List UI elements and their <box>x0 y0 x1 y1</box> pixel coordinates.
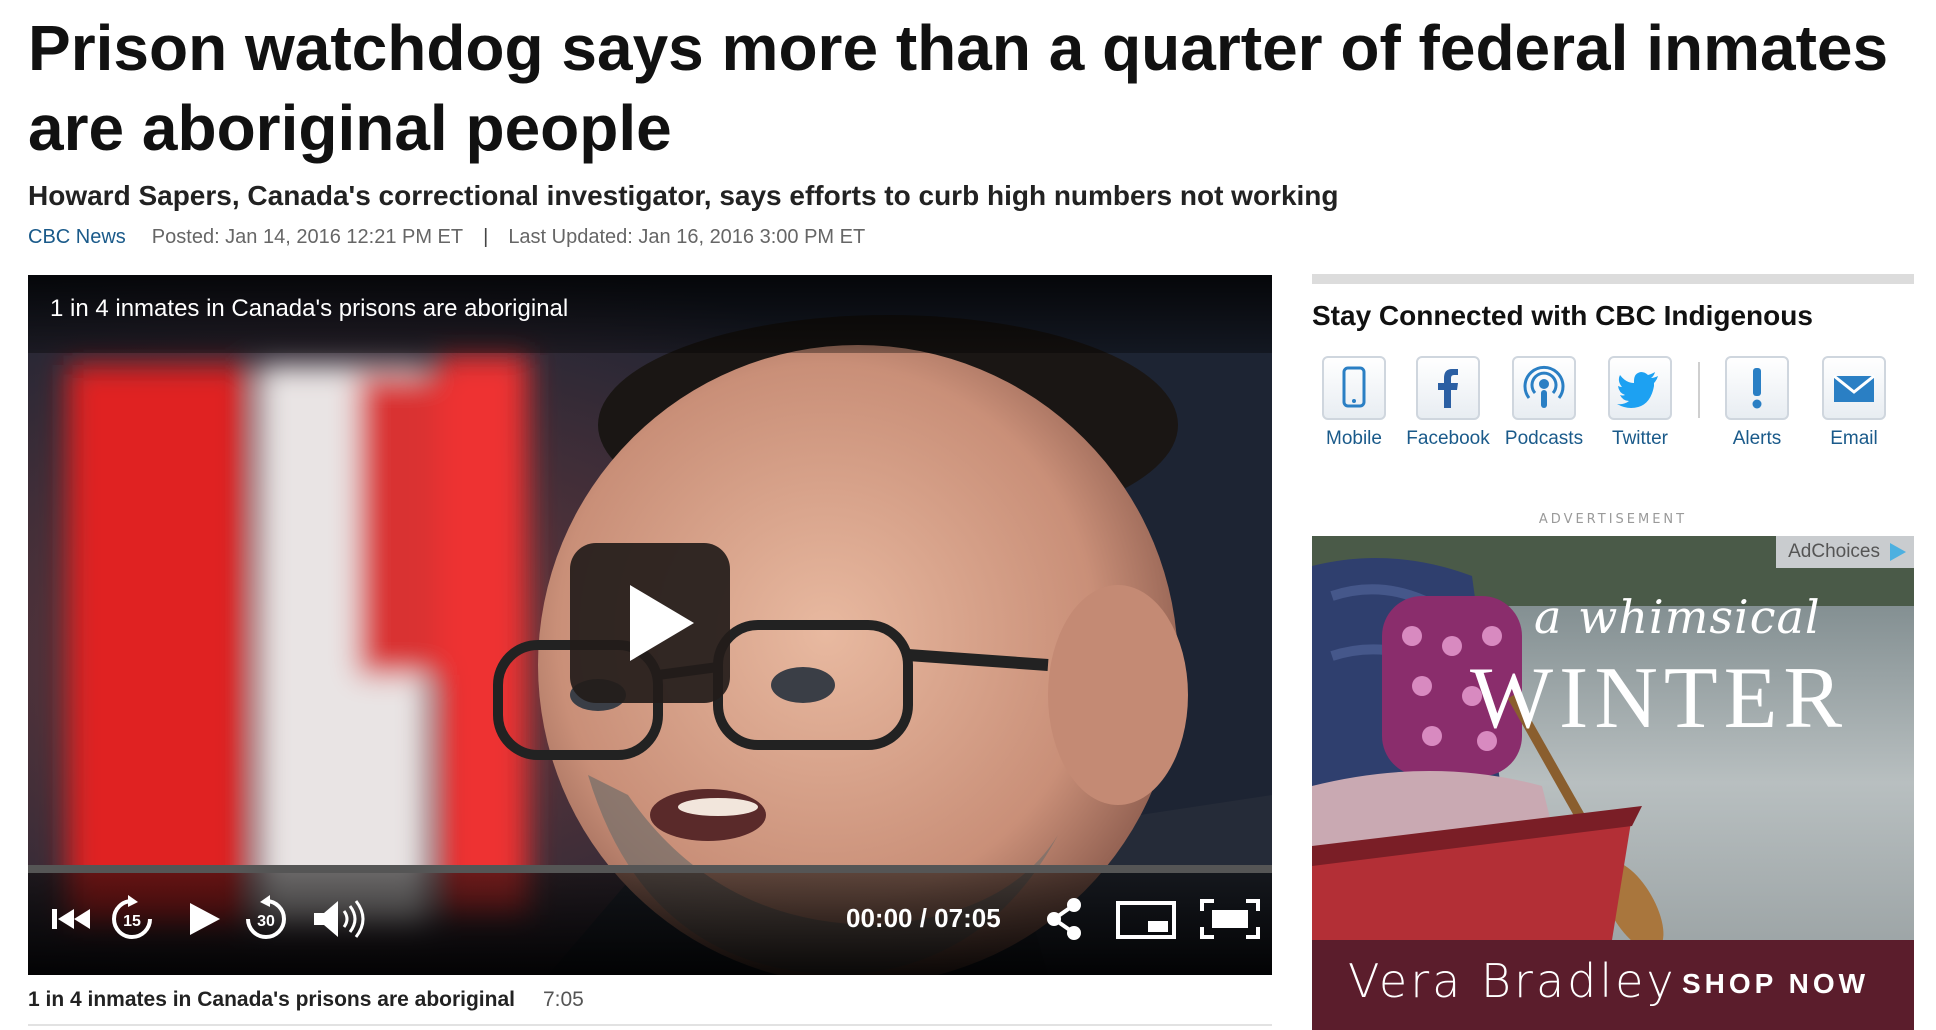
forward-30-button[interactable]: 30 <box>242 895 290 948</box>
mobile-icon <box>1342 366 1366 408</box>
sidebar-divider <box>1312 274 1914 284</box>
adchoices-button[interactable]: AdChoices <box>1776 536 1914 568</box>
play-button[interactable] <box>180 895 228 948</box>
advertisement-label: ADVERTISEMENT <box>1538 512 1688 527</box>
fullscreen-icon <box>1200 899 1260 939</box>
adchoices-label: AdChoices <box>1788 541 1880 562</box>
big-play-button[interactable] <box>570 543 730 703</box>
share-button[interactable] <box>1042 895 1086 948</box>
forward-icon: 30 <box>246 895 286 939</box>
ad-headline: WINTER <box>1470 650 1849 747</box>
video-duration: 7:05 <box>542 988 584 1011</box>
social-links: Mobile Facebook Podcasts Twitter Alerts … <box>1312 356 1912 456</box>
picture-in-picture-button[interactable] <box>1114 895 1178 948</box>
previous-button[interactable] <box>48 895 96 948</box>
updated-date: Last Updated: Jan 16, 2016 3:00 PM ET <box>508 226 866 248</box>
ad-brand: Vera Bradley <box>1348 954 1677 1008</box>
social-podcasts[interactable]: Podcasts <box>1489 356 1599 450</box>
skip-previous-icon <box>52 909 90 929</box>
byline-separator: | <box>483 226 489 248</box>
advertisement[interactable]: AdChoices a whimsical WINTER Vera Bradle… <box>1312 536 1914 1030</box>
video-caption[interactable]: 1 in 4 inmates in Canada's prisons are a… <box>28 988 584 1012</box>
social-alerts[interactable]: Alerts <box>1702 356 1812 450</box>
video-caption-title: 1 in 4 inmates in Canada's prisons are a… <box>28 988 515 1011</box>
source-link[interactable]: CBC News <box>28 226 126 249</box>
social-label: Podcasts <box>1504 428 1584 449</box>
play-icon <box>630 585 694 661</box>
twitter-icon <box>1617 372 1658 408</box>
email-icon <box>1833 374 1875 402</box>
time-display: 00:00 / 07:05 <box>846 903 1001 933</box>
adchoices-icon <box>1890 543 1906 561</box>
play-icon <box>190 903 220 935</box>
social-label: Alerts <box>1732 428 1782 449</box>
social-label: Facebook <box>1406 428 1490 449</box>
video-player[interactable]: 1 in 4 inmates in Canada's prisons are a… <box>28 275 1272 975</box>
shop-now-button[interactable]: SHOP NOW <box>1682 968 1869 1000</box>
social-label: Email <box>1830 428 1878 449</box>
share-icon <box>1047 898 1081 940</box>
posted-date: Posted: Jan 14, 2016 12:21 PM ET <box>151 226 464 248</box>
player-controls: 15 30 00:00 / 07:05 <box>28 865 1272 975</box>
rewind-15-button[interactable]: 15 <box>108 895 156 948</box>
volume-button[interactable] <box>310 895 374 948</box>
fullscreen-button[interactable] <box>1198 895 1262 948</box>
social-twitter[interactable]: Twitter <box>1585 356 1695 450</box>
article-subhead: Howard Sapers, Canada's correctional inv… <box>28 180 1339 211</box>
facebook-icon <box>1438 369 1458 408</box>
alert-icon <box>1752 368 1762 409</box>
social-facebook[interactable]: Facebook <box>1393 356 1503 450</box>
ad-tagline: a whimsical <box>1534 590 1821 644</box>
divider <box>28 1024 1272 1026</box>
forward-seconds: 30 <box>257 913 275 930</box>
article-headline: Prison watchdog says more than a quarter… <box>28 12 1889 164</box>
social-label: Twitter <box>1612 428 1668 449</box>
rewind-seconds: 15 <box>123 913 141 930</box>
volume-icon <box>314 900 365 938</box>
rewind-icon: 15 <box>112 895 152 939</box>
progress-bar[interactable] <box>28 865 1272 873</box>
byline: CBC News Posted: Jan 14, 2016 12:21 PM E… <box>28 226 865 249</box>
pip-icon <box>1116 901 1176 939</box>
social-divider <box>1698 362 1700 418</box>
ad-footer: Vera Bradley SHOP NOW <box>1312 940 1914 1030</box>
social-email[interactable]: Email <box>1799 356 1909 450</box>
video-title: 1 in 4 inmates in Canada's prisons are a… <box>28 275 1272 353</box>
podcast-icon <box>1523 365 1565 408</box>
stay-connected-title: Stay Connected with CBC Indigenous <box>1312 300 1813 331</box>
